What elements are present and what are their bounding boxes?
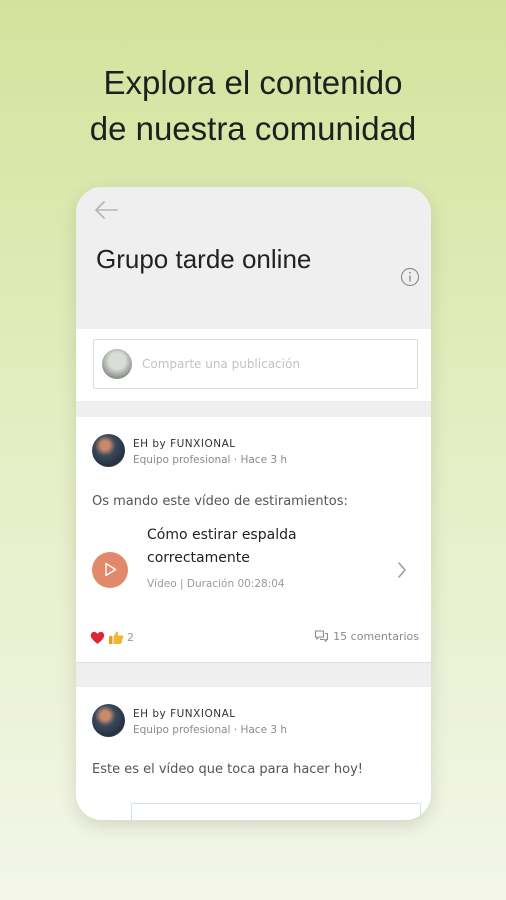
post-card[interactable]: EH by FUNXIONAL Equipo profesional · Hac… — [76, 687, 431, 820]
feed-gap — [76, 401, 431, 417]
reactions[interactable]: 2 — [90, 630, 134, 645]
promo-line-2: de nuestra comunidad — [89, 110, 417, 147]
feed-gap — [76, 663, 431, 687]
video-attachment[interactable]: Cómo estirar espalda correctamente Vídeo… — [92, 524, 417, 610]
comment-icon — [315, 630, 329, 642]
thumbs-up-icon — [109, 631, 124, 644]
post-card[interactable]: EH by FUNXIONAL Equipo profesional · Hac… — [76, 417, 431, 662]
post-author[interactable]: EH by FUNXIONAL — [133, 436, 287, 452]
comment-count: 15 comentarios — [333, 629, 419, 643]
play-button[interactable] — [92, 552, 128, 588]
play-icon — [105, 562, 117, 577]
post-role-time: Equipo profesional · Hace 3 h — [133, 724, 288, 736]
composer-section: Comparte una publicación — [76, 329, 431, 401]
author-avatar[interactable] — [92, 434, 125, 467]
phone-screen: Grupo tarde online Comparte una publicac… — [76, 187, 431, 820]
share-post-input[interactable]: Comparte una publicación — [93, 339, 418, 389]
promo-headline: Explora el contenido de nuestra comunida… — [0, 60, 506, 152]
arrow-left-icon[interactable] — [93, 199, 119, 221]
post-header: EH by FUNXIONAL Equipo profesional · Hac… — [92, 434, 287, 468]
promo-line-1: Explora el contenido — [103, 64, 403, 101]
video-attachment[interactable] — [131, 803, 421, 820]
video-duration: Vídeo | Duración 00:28:04 — [147, 578, 285, 590]
heart-icon — [90, 631, 105, 644]
info-icon[interactable] — [400, 267, 420, 287]
chevron-right-icon[interactable] — [397, 561, 407, 579]
user-avatar — [102, 349, 132, 379]
comments-link[interactable]: 15 comentarios — [314, 629, 419, 643]
post-role-time: Equipo profesional · Hace 3 h — [133, 454, 288, 466]
share-post-placeholder: Comparte una publicación — [142, 357, 300, 371]
group-header: Grupo tarde online — [76, 187, 431, 329]
author-avatar[interactable] — [92, 704, 125, 737]
reaction-count: 2 — [127, 631, 134, 644]
post-header: EH by FUNXIONAL Equipo profesional · Hac… — [92, 704, 287, 738]
post-text: Os mando este vídeo de estiramientos: — [92, 494, 348, 509]
post-author[interactable]: EH by FUNXIONAL — [133, 706, 287, 722]
video-title: Cómo estirar espalda correctamente — [147, 527, 297, 566]
post-text: Este es el vídeo que toca para hacer hoy… — [92, 762, 364, 777]
group-title: Grupo tarde online — [96, 244, 312, 274]
